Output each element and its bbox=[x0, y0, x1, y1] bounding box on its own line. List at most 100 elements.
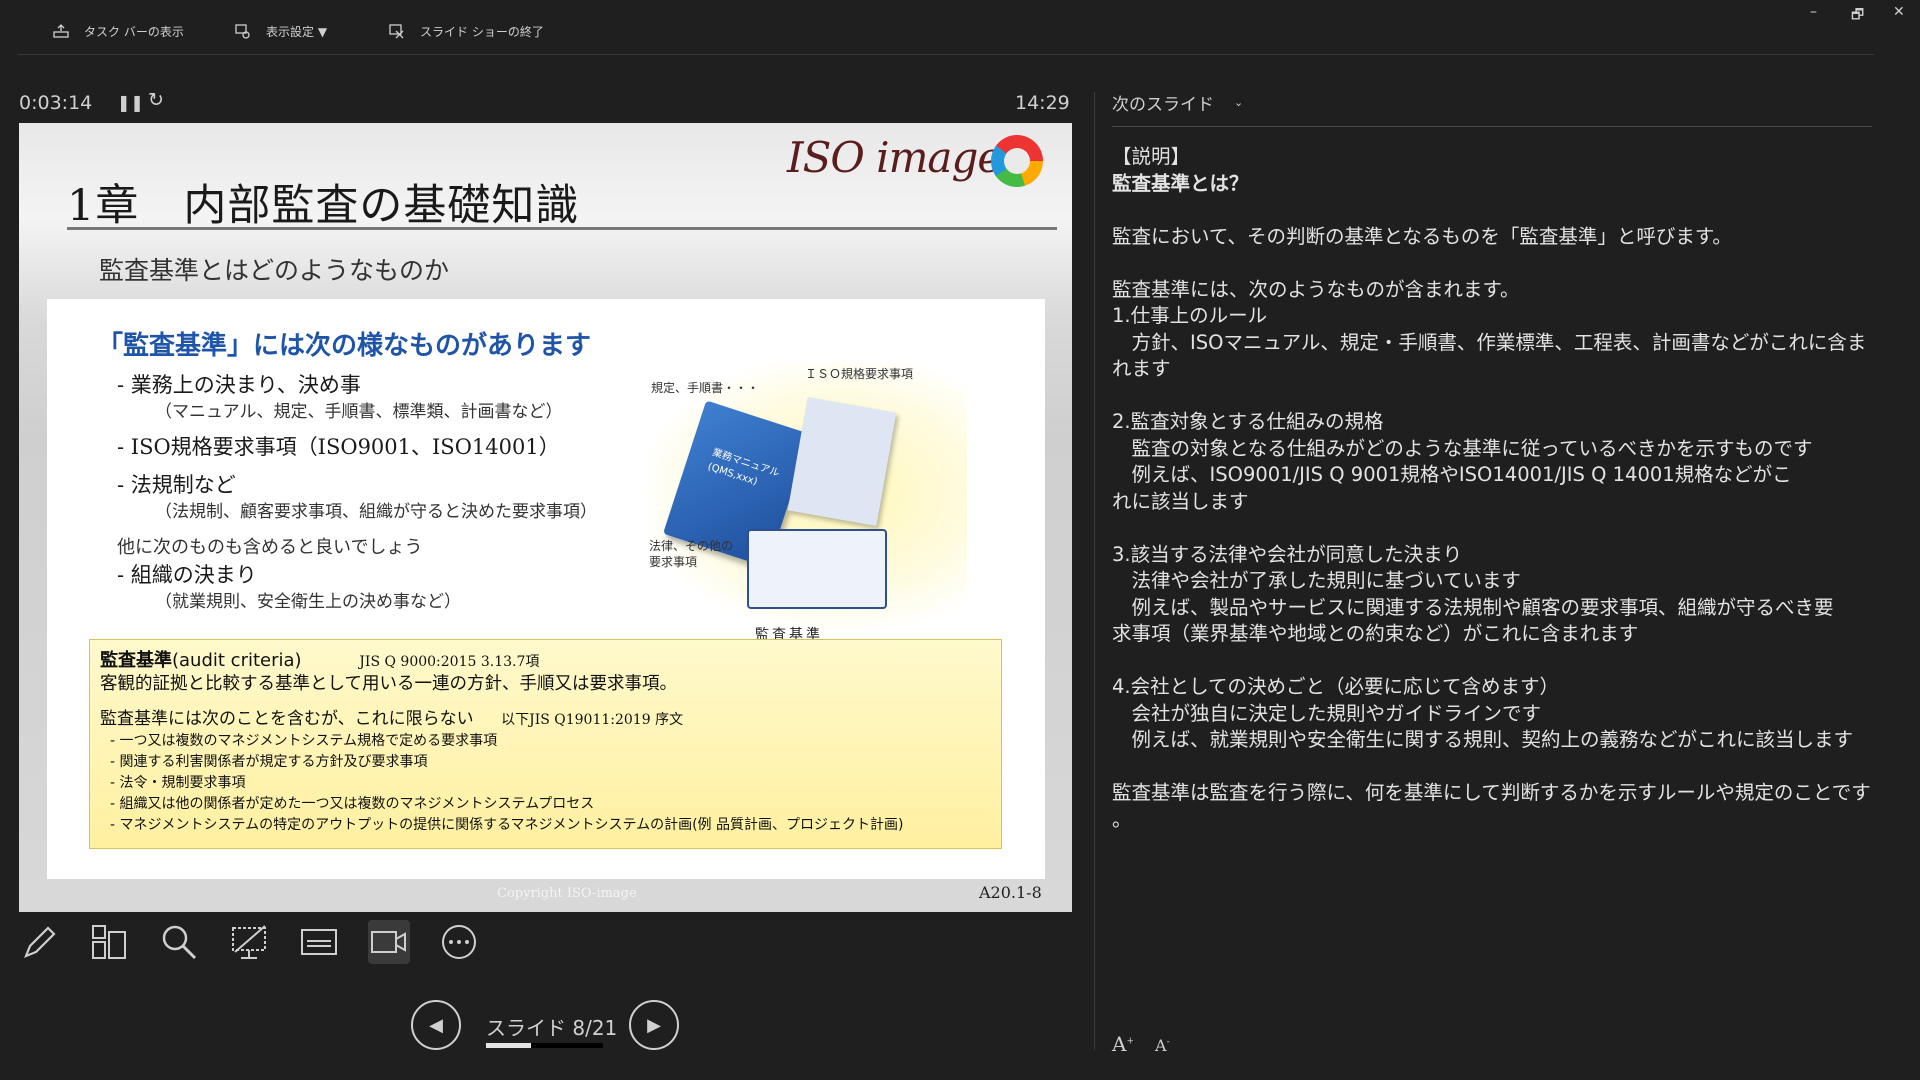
notes-line bbox=[1112, 515, 1872, 542]
more-options-icon bbox=[442, 925, 476, 959]
end-slideshow-icon bbox=[389, 24, 404, 39]
audit-criteria-illustration: 規定、手順書・・・ ＩＳＯ規格要求事項 業務マニュアル (QMS,xxx) 法律… bbox=[647, 359, 967, 643]
notes-line: 監査基準には、次のようなものが含まれます。 bbox=[1112, 277, 1520, 301]
pen-icon bbox=[24, 926, 56, 958]
end-slideshow-button[interactable]: スライド ショーの終了 bbox=[388, 22, 544, 40]
all-slides-icon bbox=[92, 925, 126, 959]
zoom-slide-button[interactable] bbox=[158, 920, 200, 964]
increase-font-button[interactable]: A+ bbox=[1112, 1032, 1134, 1056]
notes-line: 3.該当する法律や会社が同意した決まり bbox=[1112, 542, 1463, 566]
definition-term-row: 監査基準(audit criteria) JIS Q 9000:2015 3.1… bbox=[100, 646, 539, 672]
notes-line bbox=[1112, 250, 1872, 277]
bullet-sub: （法規制、顧客要求事項、組織が守ると決めた要求事項） bbox=[155, 502, 597, 522]
pane-divider[interactable] bbox=[1094, 92, 1095, 1050]
notes-line: 方針、ISOマニュアル、規定・手順書、作業標準、工程表、計画書などがこれに含ま bbox=[1112, 330, 1867, 354]
slide-identifier: A20.1-8 bbox=[979, 883, 1042, 902]
current-slide[interactable]: ISO image 1章 内部監査の基礎知識 監査基準とはどのようなものか 「監… bbox=[19, 123, 1072, 912]
notes-line: 例えば、ISO9001/JIS Q 9001規格やISO14001/JIS Q … bbox=[1112, 463, 1792, 486]
notes-line: 法律や会社が了承した規則に基づいています bbox=[1112, 569, 1521, 592]
show-taskbar-button[interactable]: タスク バーの表示 bbox=[52, 22, 184, 40]
pen-tool-button[interactable] bbox=[19, 920, 61, 964]
camera-icon bbox=[371, 931, 406, 953]
definition-item: - 法令・規制要求事項 bbox=[110, 775, 246, 791]
notes-line: 監査基準とは？ bbox=[1112, 171, 1249, 195]
open-book-icon bbox=[747, 529, 887, 609]
notes-line: 例えば、就業規則や安全衛生に関する規則、契約上の義務などがこれに該当します bbox=[1112, 728, 1854, 751]
chevron-down-icon: ⌄ bbox=[1234, 96, 1244, 109]
definition-ref1: JIS Q 9000:2015 3.13.7項 bbox=[359, 654, 540, 670]
slide-progress-bar bbox=[486, 1043, 603, 1048]
slide-title: 1章 内部監査の基礎知識 bbox=[67, 181, 580, 231]
see-all-slides-button[interactable] bbox=[88, 920, 130, 964]
slide-counter: スライド 8/21 bbox=[486, 1016, 618, 1040]
bullet-sub: （マニュアル、規定、手順書、標準類、計画書など） bbox=[155, 402, 563, 422]
slide-copyright: Copyright ISO-image bbox=[497, 886, 637, 901]
document-icon bbox=[787, 397, 897, 526]
notes-line: れます bbox=[1112, 357, 1171, 380]
next-arrow-icon: ▶ bbox=[647, 1014, 661, 1036]
end-slideshow-label: スライド ショーの終了 bbox=[420, 24, 544, 39]
illus-label-iso: ＩＳＯ規格要求事項 bbox=[805, 367, 914, 381]
note-text: 他に次のものも含めると良いでしょう bbox=[117, 537, 423, 558]
subtitles-button[interactable] bbox=[298, 920, 340, 964]
definition-line1: 客観的証拠と比較する基準として用いる一連の方針、手順又は要求事項。 bbox=[100, 674, 677, 694]
definition-item: - 一つ又は複数のマネジメントシステム規格で定める要求事項 bbox=[110, 733, 498, 749]
illus-label-rules: 規定、手順書・・・ bbox=[651, 381, 760, 395]
previous-arrow-icon: ◀ bbox=[429, 1014, 443, 1036]
content-heading: 「監査基準」には次の様なものがあります bbox=[97, 331, 592, 361]
screen-toggle-icon bbox=[232, 925, 266, 959]
definition-item: - 組織又は他の関係者が定めた一つ又は複数のマネジメントシステムプロセス bbox=[110, 796, 595, 812]
notes-line: 1.仕事上のルール bbox=[1112, 304, 1268, 327]
definition-ref2: 以下JIS Q19011:2019 序文 bbox=[501, 712, 684, 728]
book-label: 業務マニュアル (QMS,xxx) bbox=[706, 447, 781, 488]
pause-timer-icon[interactable]: ❚❚ bbox=[117, 93, 144, 112]
display-settings-label: 表示設定 ▼ bbox=[266, 24, 328, 39]
more-options-button[interactable] bbox=[438, 920, 480, 964]
notes-line: 4.会社としての決めごと（必要に応じて含めます） bbox=[1112, 675, 1560, 698]
display-settings-icon bbox=[235, 24, 250, 39]
current-time: 14:29 bbox=[1015, 92, 1070, 114]
bullet-item: - ISO規格要求事項（ISO9001、ISO14001） bbox=[117, 435, 560, 459]
increase-font-icon: A bbox=[1112, 1032, 1127, 1056]
bullet-item: - 業務上の決まり、決め事 bbox=[117, 373, 361, 397]
restore-icon[interactable]: 🗗 bbox=[1851, 4, 1864, 28]
slide-content-box: 「監査基準」には次の様なものがあります - 業務上の決まり、決め事 （マニュアル… bbox=[47, 299, 1045, 879]
notes-line: 会社が独自に決定した規則やガイドラインです bbox=[1112, 701, 1542, 725]
definition-line2: 監査基準には次のことを含むが、これに限らない bbox=[100, 709, 474, 729]
notes-line: 監査基準は監査を行う際に、何を基準にして判断するかを示すルールや規定のことです bbox=[1112, 781, 1871, 804]
subtitles-icon bbox=[301, 929, 337, 955]
notes-line: れに該当します bbox=[1112, 489, 1249, 513]
black-screen-button[interactable] bbox=[228, 920, 270, 964]
notes-line bbox=[1112, 648, 1872, 675]
iso-image-logo: ISO image bbox=[787, 133, 1002, 182]
next-slide-dropdown[interactable]: 次のスライド ⌄ bbox=[1112, 90, 1243, 115]
bullet-sub: （就業規則、安全衛生上の決め事など） bbox=[155, 592, 461, 612]
magnifier-icon bbox=[162, 925, 197, 960]
notes-header-divider bbox=[1112, 126, 1872, 127]
notes-line bbox=[1112, 754, 1872, 781]
next-slide-button[interactable]: ▶ bbox=[629, 1000, 679, 1050]
elapsed-timer: 0:03:14 bbox=[19, 92, 93, 114]
definition-item: - マネジメントシステムの特定のアウトプットの提供に関係するマネジメントシステム… bbox=[110, 817, 904, 833]
close-icon[interactable]: ✕ bbox=[1893, 4, 1905, 20]
previous-slide-button[interactable]: ◀ bbox=[411, 1000, 461, 1050]
decrease-font-button[interactable]: A- bbox=[1155, 1036, 1170, 1055]
notes-line: 求事項（業界基準や地域との約束など）がこれに含まれます bbox=[1112, 622, 1639, 645]
definition-term: 監査基準 bbox=[100, 650, 172, 671]
restart-timer-icon[interactable]: ↻ bbox=[148, 89, 164, 111]
decrease-font-icon: A bbox=[1155, 1036, 1167, 1055]
notes-line bbox=[1112, 383, 1872, 410]
definition-term-en: (audit criteria) bbox=[172, 650, 302, 671]
notes-line bbox=[1112, 197, 1872, 224]
show-taskbar-label: タスク バーの表示 bbox=[84, 24, 184, 39]
minimize-icon[interactable]: – bbox=[1810, 4, 1817, 20]
speaker-notes[interactable]: 【説明】 監査基準とは？ 監査において、その判断の基準となるものを「監査基準」と呼び… bbox=[1112, 144, 1872, 833]
definition-box: 監査基準(audit criteria) JIS Q 9000:2015 3.1… bbox=[89, 639, 1002, 849]
camera-toggle-button[interactable] bbox=[368, 920, 410, 964]
notes-line: 監査の対象となる仕組みがどのような基準に従っているべきかを示すものです bbox=[1112, 436, 1813, 460]
definition-line2-row: 監査基準には次のことを含むが、これに限らない 以下JIS Q19011:2019… bbox=[100, 704, 683, 729]
display-settings-button[interactable]: 表示設定 ▼ bbox=[234, 22, 327, 40]
notes-line: 。 bbox=[1112, 807, 1132, 831]
slide-progress-fill bbox=[486, 1043, 531, 1048]
title-underline bbox=[67, 227, 1057, 230]
